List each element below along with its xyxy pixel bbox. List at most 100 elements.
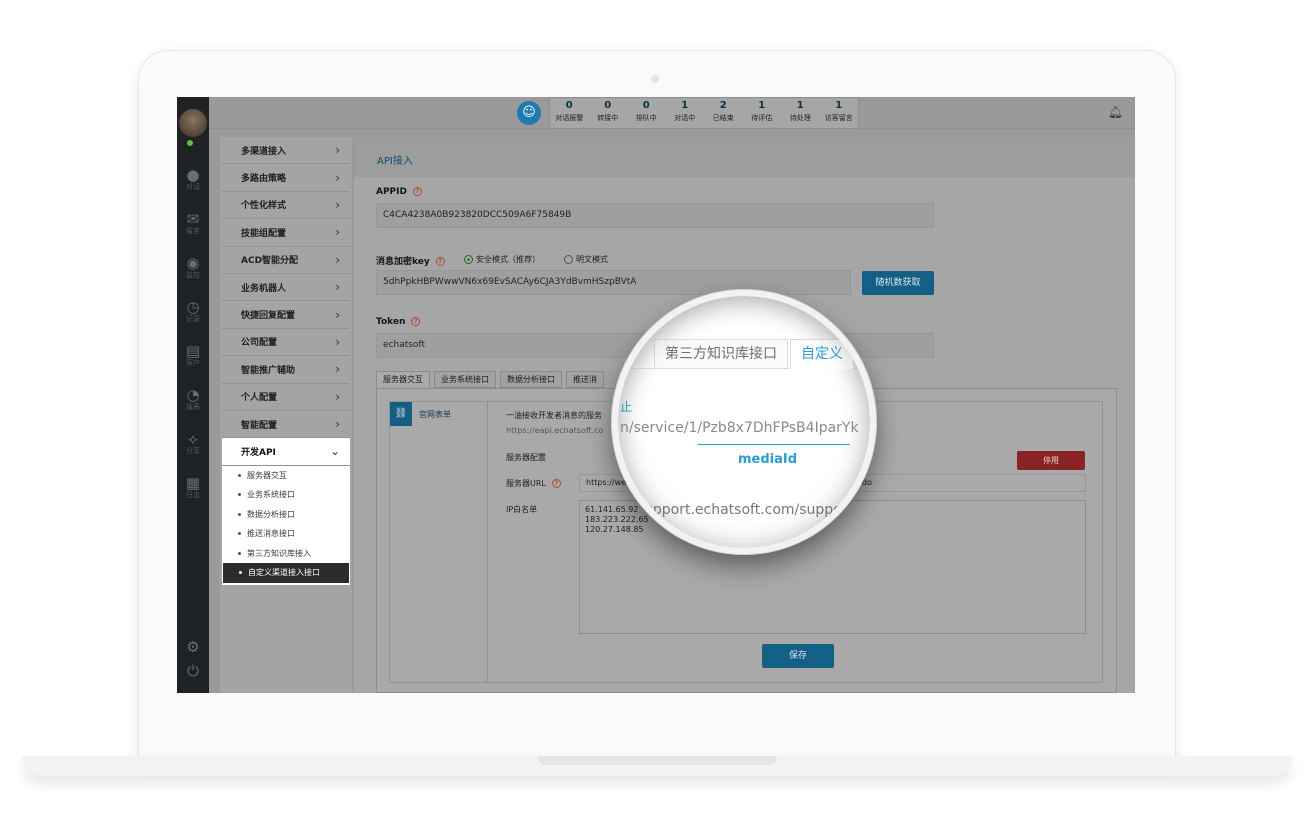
ip-whitelist-label: IP白名单 [506,505,538,514]
menu-item-robot[interactable]: 业务机器人 › [222,274,350,302]
submenu-item-custom-channel[interactable]: 自定义渠道接入接口 [223,563,349,583]
random-key-button[interactable]: 随机数获取 [862,271,934,295]
menu-item-multichannel[interactable]: 多渠道接入 › [222,137,350,165]
stat-visitor-messages[interactable]: 1 访客留言 [820,98,859,128]
chevron-right-icon: › [335,170,340,185]
radio-secure-mode[interactable]: 安全模式（推荐） [464,254,540,265]
side-tab-website-form[interactable]: ⛓ 官网表单 [390,402,487,426]
tab-server-interaction[interactable]: 服务器交互 [376,371,430,388]
online-status-dot [187,140,193,146]
chevron-right-icon: › [335,252,340,267]
power-icon: ⏻ [187,662,199,680]
help-icon[interactable]: ? [435,257,445,266]
power-button[interactable]: ⏻ [182,663,204,679]
chevron-right-icon: › [335,225,340,240]
radio-checked-icon [464,255,473,264]
bell-icon[interactable]: 🔔︎ [1108,105,1123,119]
menu-item-routing[interactable]: 多路由策略 › [222,164,350,192]
settings-menu: 多渠道接入 › 多路由策略 › 个性化样式 › 技能组配置 › ACD智能分配 › 业务机… [220,137,352,693]
rail-item-monitor[interactable]: ◉ 监控 [182,255,204,280]
stat-to-evaluate[interactable]: 1 待评估 [743,98,782,128]
settings-button[interactable]: ⚙ [182,639,204,655]
tab-data-analysis[interactable]: 数据分析接口 [500,371,562,388]
radio-plain-mode[interactable]: 明文模式 [564,254,608,265]
rail-item-log[interactable]: ▦ 日志 [182,475,204,500]
share-icon: ⟡ [188,430,198,448]
menu-item-promotion[interactable]: 智能推广辅助 › [222,356,350,384]
status-counters: 0 对话报警 0 转接中 0 排队中 1 对话中 2 已结束 1 待评估 1 待处理 1 访客留… [549,97,859,129]
stage: ● 对话 ✉ 留言 ◉ 监控 ◷ 记录 ▤ 客户 ◔ 报表 ⟡ 分享 ▦ 日志 … [0,0,1306,823]
encryption-key-field[interactable]: 5dhPpkHBPWwwVN6x69EvSACAy6CJA3YdBvmHSzpB… [376,270,851,295]
chevron-right-icon: › [335,389,340,404]
menu-item-acd[interactable]: ACD智能分配 › [222,247,350,274]
chevron-right-icon: › [335,143,340,158]
appid-label: APPID? [376,187,422,197]
mail-icon: ✉ [186,210,200,228]
stat-in-chat[interactable]: 1 对话中 [666,98,705,128]
rail-item-mail[interactable]: ✉ 留言 [182,211,204,236]
menu-item-company[interactable]: 公司配置 › [222,329,350,357]
help-icon[interactable]: ? [411,317,421,326]
stat-pending[interactable]: 1 待处理 [781,98,820,128]
submenu-item-push[interactable]: 推送消息接口 [222,524,350,544]
gear-icon: ⚙ [186,638,200,656]
server-config-label: 服务器配置 [506,453,546,462]
key-label: 消息加密key? [376,254,445,267]
icon-rail: ● 对话 ✉ 留言 ◉ 监控 ◷ 记录 ▤ 客户 ◔ 报表 ⟡ 分享 ▦ 日志 … [177,97,209,693]
submenu-item-server[interactable]: 服务器交互 [222,466,350,486]
rail-item-chat[interactable]: ● 对话 [182,167,204,192]
magnifier-lens: 第三方知识库接口 自定义 止 n/service/1/Pzb8x7DhFPsB4… [612,290,876,554]
save-button[interactable]: 保存 [762,644,834,668]
menu-item-dev-api[interactable]: 开发API ⌄ [222,438,350,466]
chevron-right-icon: › [335,280,340,295]
laptop-camera [651,75,659,83]
chevron-right-icon: › [335,197,340,212]
submenu-item-analytics[interactable]: 数据分析接口 [222,505,350,525]
clipboard-icon: ▦ [185,474,201,492]
pie-chart-icon: ◔ [186,386,200,404]
eye-icon: ◉ [186,254,200,272]
menu-item-skill-group[interactable]: 技能组配置 › [222,219,350,247]
rail-item-customer[interactable]: ▤ 客户 [182,343,204,368]
laptop-notch [537,756,777,765]
chevron-down-icon: ⌄ [329,444,340,459]
description-text: 一油接收开发者消息的服务 [506,411,602,420]
help-icon[interactable]: ? [412,187,422,196]
disable-button[interactable]: 停用 [1017,451,1085,470]
stat-alarm[interactable]: 0 对话报警 [550,98,589,128]
submenu-item-business[interactable]: 业务系统接口 [222,485,350,505]
radio-unchecked-icon [564,255,573,264]
chevron-right-icon: › [335,307,340,322]
chat-bubble-icon[interactable]: ☺ [517,101,541,125]
help-icon[interactable]: ? [551,479,561,488]
api-tabs: 服务器交互 业务系统接口 数据分析接口 推送消 [376,371,608,388]
side-tabs: ⛓ 官网表单 [390,402,488,682]
card-icon: ▤ [185,342,201,360]
stat-queue[interactable]: 0 排队中 [627,98,666,128]
breadcrumb: API接入 [354,137,1135,177]
server-url-label: 服务器URL? [506,478,561,489]
stat-ended[interactable]: 2 已结束 [704,98,743,128]
avatar[interactable] [179,109,207,137]
chevron-right-icon: › [335,334,340,349]
menu-item-smart[interactable]: 智能配置 › [222,411,350,439]
appid-field[interactable]: C4CA4238A0B923820DCC509A6F75849B [376,203,934,228]
link-icon: ⛓ [390,402,412,426]
dev-api-submenu: 服务器交互 业务系统接口 数据分析接口 推送消息接口 第三方知识库接入 自定义渠… [222,465,350,585]
menu-item-style[interactable]: 个性化样式 › [222,192,350,220]
submenu-item-knowledge[interactable]: 第三方知识库接入 [222,544,350,564]
rail-item-history[interactable]: ◷ 记录 [182,299,204,324]
stat-transferring[interactable]: 0 转接中 [589,98,628,128]
rail-item-report[interactable]: ◔ 报表 [182,387,204,412]
token-label: Token? [376,317,421,327]
lens-glow [618,296,870,548]
menu-item-personal[interactable]: 个人配置 › [222,384,350,411]
chat-icon: ● [186,166,200,184]
chevron-right-icon: › [335,362,340,377]
menu-item-quick-reply[interactable]: 快捷回复配置 › [222,301,350,329]
tab-business-system[interactable]: 业务系统接口 [434,371,496,388]
rail-item-share[interactable]: ⟡ 分享 [182,431,204,456]
chevron-right-icon: › [335,417,340,432]
clock-icon: ◷ [186,298,200,316]
tab-push-message[interactable]: 推送消 [566,371,604,388]
